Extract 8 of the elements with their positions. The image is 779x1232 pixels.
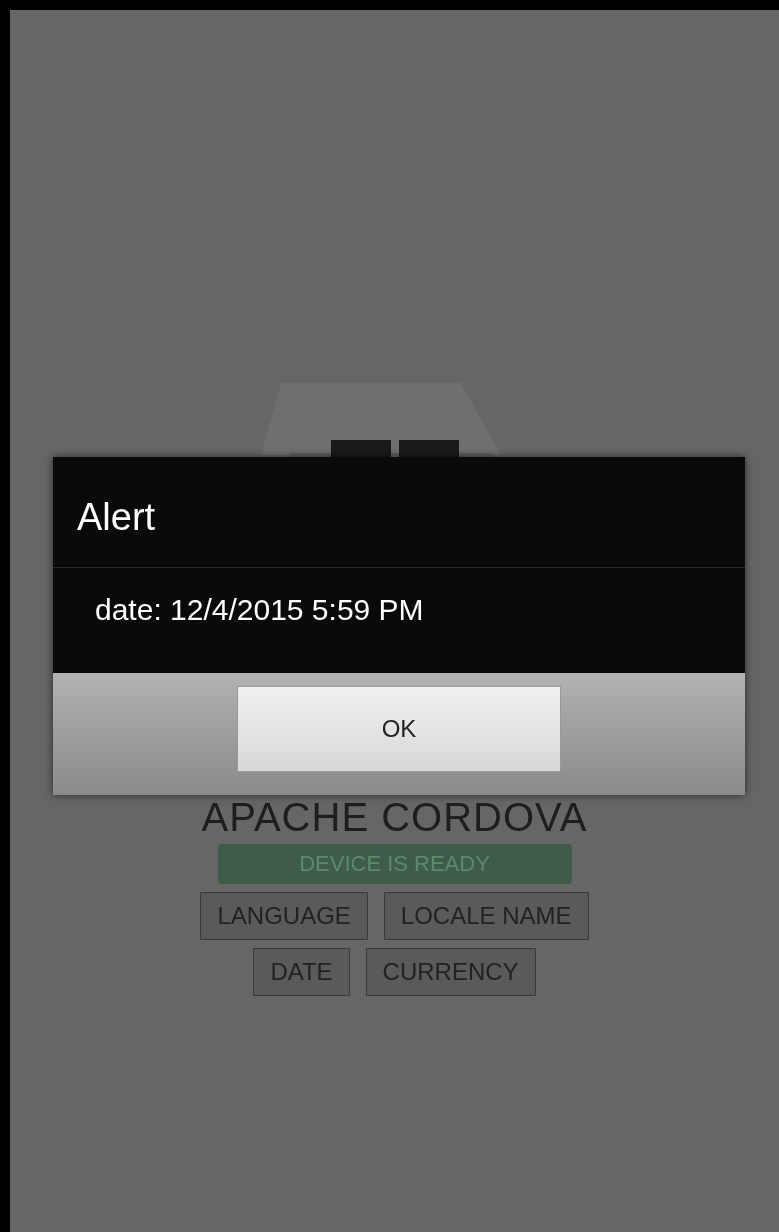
app-title: APACHE CORDOVA xyxy=(201,798,588,836)
dialog-message: date: 12/4/2015 5:59 PM xyxy=(53,568,745,673)
ok-button[interactable]: OK xyxy=(237,686,561,772)
action-button[interactable]: LOCALE NAME xyxy=(383,892,589,940)
action-button[interactable]: DATE xyxy=(253,948,350,996)
dialog-title: Alert xyxy=(53,457,745,568)
action-button[interactable]: LANGUAGE xyxy=(200,892,368,940)
action-button[interactable]: CURRENCY xyxy=(365,948,536,996)
